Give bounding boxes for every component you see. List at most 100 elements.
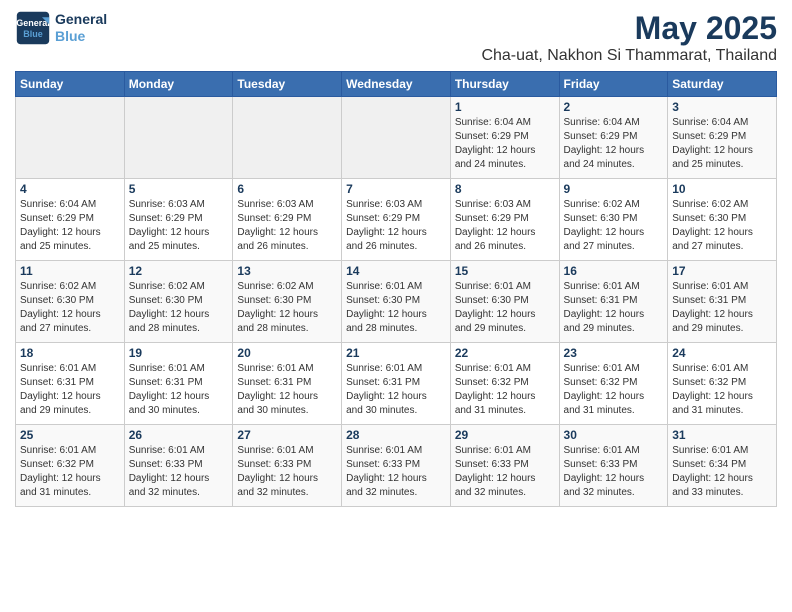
calendar-cell: 13Sunrise: 6:02 AMSunset: 6:30 PMDayligh… (233, 261, 342, 343)
logo-icon: General Blue (15, 10, 51, 46)
cell-content: 21 Sunrise: 6:01 AMSunset: 6:31 PMDayligh… (346, 346, 446, 421)
cell-content: 14Sunrise: 6:01 AMSunset: 6:30 PMDayligh… (346, 264, 446, 339)
week-row-5: 25Sunrise: 6:01 AMSunset: 6:32 PMDayligh… (16, 425, 777, 507)
header-friday: Friday (559, 72, 668, 97)
cell-content: 20Sunrise: 6:01 AMSunset: 6:31 PMDayligh… (237, 346, 337, 421)
cell-content: 16Sunrise: 6:01 AMSunset: 6:31 PMDayligh… (564, 264, 664, 339)
calendar-cell: 24Sunrise: 6:01 AMSunset: 6:32 PMDayligh… (668, 343, 777, 425)
day-number: 27 (237, 428, 337, 442)
calendar-cell: 31Sunrise: 6:01 AMSunset: 6:34 PMDayligh… (668, 425, 777, 507)
calendar-cell (124, 97, 233, 179)
cell-content: 11 Sunrise: 6:02 AMSunset: 6:30 PMDayligh… (20, 264, 120, 339)
day-info: Sunrise: 6:01 AMSunset: 6:31 PMDaylight:… (237, 362, 337, 418)
day-number: 6 (237, 182, 337, 196)
calendar-cell: 11 Sunrise: 6:02 AMSunset: 6:30 PMDayligh… (16, 261, 125, 343)
day-number: 11 (20, 264, 120, 278)
cell-content: 30 Sunrise: 6:01 AMSunset: 6:33 PMDayligh… (564, 428, 664, 503)
week-row-4: 18Sunrise: 6:01 AMSunset: 6:31 PMDayligh… (16, 343, 777, 425)
day-info: Sunrise: 6:01 AMSunset: 6:31 PMDaylight:… (129, 362, 229, 418)
day-info: Sunrise: 6:04 AMSunset: 6:29 PMDaylight:… (455, 116, 555, 172)
calendar-cell (342, 97, 451, 179)
day-info: Sunrise: 6:01 AMSunset: 6:31 PMDaylight:… (346, 362, 446, 418)
day-info: Sunrise: 6:01 AMSunset: 6:33 PMDaylight:… (346, 444, 446, 500)
day-number: 3 (672, 100, 772, 114)
day-info: Sunrise: 6:01 AMSunset: 6:30 PMDaylight:… (346, 280, 446, 336)
cell-content: 22Sunrise: 6:01 AMSunset: 6:32 PMDayligh… (455, 346, 555, 421)
day-number: 15 (455, 264, 555, 278)
day-info: Sunrise: 6:01 AMSunset: 6:32 PMDaylight:… (672, 362, 772, 418)
week-row-2: 4 Sunrise: 6:04 AMSunset: 6:29 PMDaylight… (16, 179, 777, 261)
header-tuesday: Tuesday (233, 72, 342, 97)
day-info: Sunrise: 6:01 AMSunset: 6:31 PMDaylight:… (564, 280, 664, 336)
cell-content: 4 Sunrise: 6:04 AMSunset: 6:29 PMDaylight… (20, 182, 120, 257)
header-sunday: Sunday (16, 72, 125, 97)
day-number: 21 (346, 346, 446, 360)
calendar-cell: 6Sunrise: 6:03 AMSunset: 6:29 PMDaylight… (233, 179, 342, 261)
week-row-3: 11 Sunrise: 6:02 AMSunset: 6:30 PMDayligh… (16, 261, 777, 343)
calendar-cell: 20Sunrise: 6:01 AMSunset: 6:31 PMDayligh… (233, 343, 342, 425)
day-info: Sunrise: 6:01 AMSunset: 6:32 PMDaylight:… (564, 362, 664, 418)
day-info: Sunrise: 6:02 AMSunset: 6:30 PMDaylight:… (672, 198, 772, 254)
day-number: 5 (129, 182, 229, 196)
day-number: 12 (129, 264, 229, 278)
day-number: 13 (237, 264, 337, 278)
cell-content: 12 Sunrise: 6:02 AMSunset: 6:30 PMDayligh… (129, 264, 229, 339)
cell-content: 6Sunrise: 6:03 AMSunset: 6:29 PMDaylight… (237, 182, 337, 257)
day-info: Sunrise: 6:04 AMSunset: 6:29 PMDaylight:… (20, 198, 120, 254)
cell-content: 10 Sunrise: 6:02 AMSunset: 6:30 PMDayligh… (672, 182, 772, 257)
calendar-cell: 3 Sunrise: 6:04 AMSunset: 6:29 PMDaylight… (668, 97, 777, 179)
day-number: 17 (672, 264, 772, 278)
calendar-cell: 29 Sunrise: 6:01 AMSunset: 6:33 PMDayligh… (450, 425, 559, 507)
cell-content: 18Sunrise: 6:01 AMSunset: 6:31 PMDayligh… (20, 346, 120, 421)
day-info: Sunrise: 6:02 AMSunset: 6:30 PMDaylight:… (564, 198, 664, 254)
day-number: 23 (564, 346, 664, 360)
cell-content: 3 Sunrise: 6:04 AMSunset: 6:29 PMDaylight… (672, 100, 772, 175)
title-block: May 2025 Cha-uat, Nakhon Si Thammarat, T… (481, 10, 777, 65)
cell-content: 5Sunrise: 6:03 AMSunset: 6:29 PMDaylight… (129, 182, 229, 257)
day-number: 4 (20, 182, 120, 196)
subtitle: Cha-uat, Nakhon Si Thammarat, Thailand (481, 47, 777, 65)
day-number: 31 (672, 428, 772, 442)
calendar-cell: 8Sunrise: 6:03 AMSunset: 6:29 PMDaylight… (450, 179, 559, 261)
calendar-cell: 19Sunrise: 6:01 AMSunset: 6:31 PMDayligh… (124, 343, 233, 425)
day-info: Sunrise: 6:04 AMSunset: 6:29 PMDaylight:… (564, 116, 664, 172)
calendar-cell: 4 Sunrise: 6:04 AMSunset: 6:29 PMDaylight… (16, 179, 125, 261)
cell-content: 9Sunrise: 6:02 AMSunset: 6:30 PMDaylight… (564, 182, 664, 257)
day-info: Sunrise: 6:04 AMSunset: 6:29 PMDaylight:… (672, 116, 772, 172)
calendar-cell: 5Sunrise: 6:03 AMSunset: 6:29 PMDaylight… (124, 179, 233, 261)
logo-text: General Blue (55, 11, 107, 45)
day-info: Sunrise: 6:01 AMSunset: 6:33 PMDaylight:… (129, 444, 229, 500)
calendar-cell: 17Sunrise: 6:01 AMSunset: 6:31 PMDayligh… (668, 261, 777, 343)
cell-content: 19Sunrise: 6:01 AMSunset: 6:31 PMDayligh… (129, 346, 229, 421)
calendar-cell: 27Sunrise: 6:01 AMSunset: 6:33 PMDayligh… (233, 425, 342, 507)
day-number: 10 (672, 182, 772, 196)
calendar-cell: 15Sunrise: 6:01 AMSunset: 6:30 PMDayligh… (450, 261, 559, 343)
day-info: Sunrise: 6:01 AMSunset: 6:33 PMDaylight:… (455, 444, 555, 500)
calendar-cell (233, 97, 342, 179)
day-info: Sunrise: 6:02 AMSunset: 6:30 PMDaylight:… (129, 280, 229, 336)
day-number: 30 (564, 428, 664, 442)
day-info: Sunrise: 6:02 AMSunset: 6:30 PMDaylight:… (20, 280, 120, 336)
cell-content: 29 Sunrise: 6:01 AMSunset: 6:33 PMDayligh… (455, 428, 555, 503)
cell-content: 23 Sunrise: 6:01 AMSunset: 6:32 PMDayligh… (564, 346, 664, 421)
day-number: 25 (20, 428, 120, 442)
day-number: 7 (346, 182, 446, 196)
cell-content: 27Sunrise: 6:01 AMSunset: 6:33 PMDayligh… (237, 428, 337, 503)
calendar-cell: 10 Sunrise: 6:02 AMSunset: 6:30 PMDayligh… (668, 179, 777, 261)
calendar-cell: 2Sunrise: 6:04 AMSunset: 6:29 PMDaylight… (559, 97, 668, 179)
day-number: 22 (455, 346, 555, 360)
calendar-cell: 9Sunrise: 6:02 AMSunset: 6:30 PMDaylight… (559, 179, 668, 261)
calendar-cell: 30 Sunrise: 6:01 AMSunset: 6:33 PMDayligh… (559, 425, 668, 507)
calendar-header-row: SundayMondayTuesdayWednesdayThursdayFrid… (16, 72, 777, 97)
calendar-cell: 28Sunrise: 6:01 AMSunset: 6:33 PMDayligh… (342, 425, 451, 507)
cell-content: 8Sunrise: 6:03 AMSunset: 6:29 PMDaylight… (455, 182, 555, 257)
day-info: Sunrise: 6:01 AMSunset: 6:31 PMDaylight:… (20, 362, 120, 418)
day-number: 29 (455, 428, 555, 442)
cell-content: 28Sunrise: 6:01 AMSunset: 6:33 PMDayligh… (346, 428, 446, 503)
header-saturday: Saturday (668, 72, 777, 97)
day-info: Sunrise: 6:03 AMSunset: 6:29 PMDaylight:… (346, 198, 446, 254)
cell-content: 15Sunrise: 6:01 AMSunset: 6:30 PMDayligh… (455, 264, 555, 339)
calendar-cell: 7 Sunrise: 6:03 AMSunset: 6:29 PMDaylight… (342, 179, 451, 261)
calendar-cell: 22Sunrise: 6:01 AMSunset: 6:32 PMDayligh… (450, 343, 559, 425)
day-info: Sunrise: 6:01 AMSunset: 6:33 PMDaylight:… (564, 444, 664, 500)
